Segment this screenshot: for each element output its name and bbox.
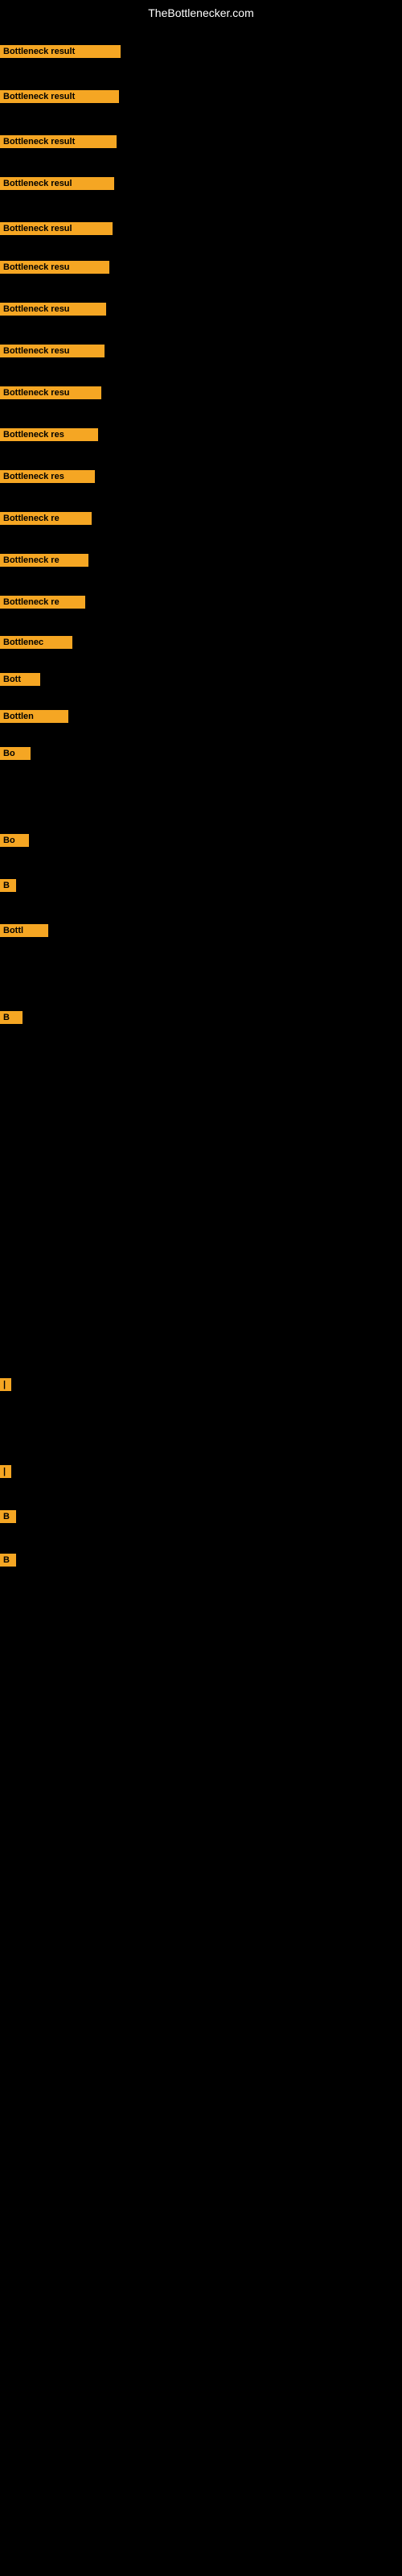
bottleneck-badge: Bottleneck res: [0, 428, 98, 441]
bottleneck-badge: Bottleneck re: [0, 512, 92, 525]
bottleneck-badge: B: [0, 1554, 16, 1567]
bottleneck-badge: B: [0, 879, 16, 892]
bottleneck-badge: Bottleneck re: [0, 554, 88, 567]
bottleneck-badge: Bottleneck result: [0, 45, 121, 58]
bottleneck-badge: Bottleneck re: [0, 596, 85, 609]
bottleneck-badge: Bo: [0, 747, 31, 760]
bottleneck-badge: B: [0, 1011, 23, 1024]
bottleneck-badge: Bottlenec: [0, 636, 72, 649]
bottleneck-badge: Bottl: [0, 924, 48, 937]
bottleneck-badge: Bottleneck res: [0, 470, 95, 483]
bottleneck-badge: Bottleneck resul: [0, 222, 113, 235]
bottleneck-badge: |: [0, 1465, 11, 1478]
bottleneck-badge: Bottleneck resu: [0, 261, 109, 274]
bottleneck-badge: Bottleneck result: [0, 135, 117, 148]
bottleneck-badge: |: [0, 1378, 11, 1391]
bottleneck-badge: Bottleneck result: [0, 90, 119, 103]
site-title: TheBottlenecker.com: [148, 6, 254, 19]
bottleneck-badge: Bottleneck resu: [0, 345, 105, 357]
bottleneck-badge: Bottlen: [0, 710, 68, 723]
bottleneck-badge: Bott: [0, 673, 40, 686]
bottleneck-badge: Bottleneck resul: [0, 177, 114, 190]
bottleneck-badge: B: [0, 1510, 16, 1523]
bottleneck-badge: Bottleneck resu: [0, 386, 101, 399]
bottleneck-badge: Bottleneck resu: [0, 303, 106, 316]
bottleneck-badge: Bo: [0, 834, 29, 847]
